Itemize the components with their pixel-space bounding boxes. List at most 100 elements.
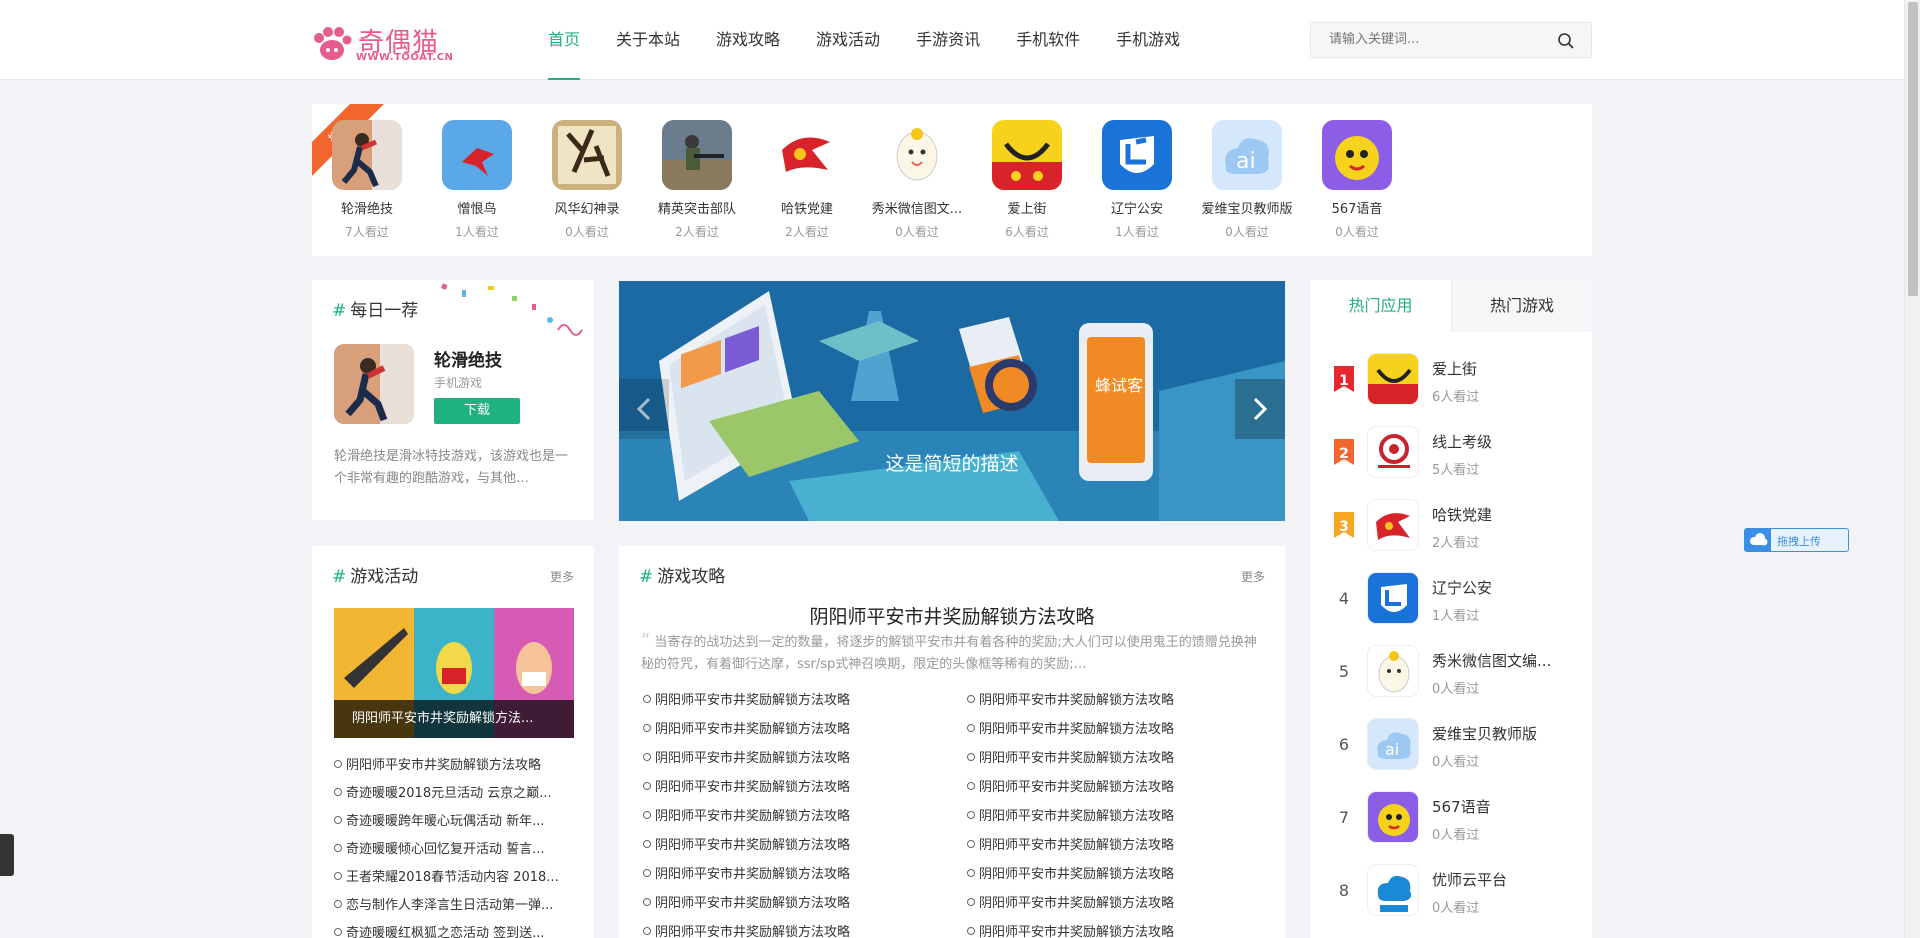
nav-mobile-games[interactable]: 手机游戏 [1098, 0, 1198, 80]
tab-hot-apps[interactable]: 热门应用 [1310, 280, 1451, 332]
guide-list-item[interactable]: 阴阳师平安市井奖励解锁方法攻略 [643, 744, 943, 773]
hot-list-item[interactable]: 6 ai 爱维宝贝教师版 0人看过 [1310, 715, 1592, 788]
nav-about[interactable]: 关于本站 [598, 0, 698, 80]
hot-list-item[interactable]: 3 哈铁党建 2人看过 [1310, 496, 1592, 569]
rec-item[interactable]: 辽宁公安 1人看过 [1082, 120, 1192, 240]
guide-item-text[interactable]: 阴阳师平安市井奖励解锁方法攻略 [655, 867, 850, 882]
activity-list-item[interactable]: 奇迹暖暖跨年暖心玩偶活动 新年... [334, 808, 574, 836]
daily-game-icon[interactable] [334, 344, 414, 424]
guide-list-item[interactable]: 阴阳师平安市井奖励解锁方法攻略 [643, 889, 943, 918]
hot-list-item[interactable]: 2 线上考级 5人看过 [1310, 423, 1592, 496]
activity-item-text[interactable]: 奇迹暖暖跨年暖心玩偶活动 新年... [346, 814, 545, 829]
guide-item-text[interactable]: 阴阳师平安市井奖励解锁方法攻略 [655, 722, 850, 737]
guide-list-item[interactable]: 阴阳师平安市井奖励解锁方法攻略 [643, 802, 943, 831]
guide-list-item[interactable]: 阴阳师平安市井奖励解锁方法攻略 [967, 802, 1267, 831]
banner-next-button[interactable] [1235, 379, 1285, 439]
guide-list-item[interactable]: 阴阳师平安市井奖励解锁方法攻略 [967, 831, 1267, 860]
guide-list-item[interactable]: 阴阳师平安市井奖励解锁方法攻略 [643, 773, 943, 802]
guide-list-item[interactable]: 阴阳师平安市井奖励解锁方法攻略 [643, 860, 943, 889]
guide-list-item[interactable]: 阴阳师平安市井奖励解锁方法攻略 [967, 773, 1267, 802]
rec-item[interactable]: 憎恨鸟 1人看过 [422, 120, 532, 240]
activity-list-item[interactable]: 恋与制作人李泽言生日活动第一弹... [334, 892, 574, 920]
daily-game-name[interactable]: 轮滑绝技 [434, 346, 502, 371]
guide-item-text[interactable]: 阴阳师平安市井奖励解锁方法攻略 [979, 838, 1174, 853]
guide-more-link[interactable]: 更多 [1241, 568, 1265, 585]
activity-list-item[interactable]: 阴阳师平安市井奖励解锁方法攻略 [334, 752, 574, 780]
nav-mobile-news[interactable]: 手游资讯 [898, 0, 998, 80]
hot-item-name[interactable]: 辽宁公安 [1432, 577, 1582, 598]
guide-list-item[interactable]: 阴阳师平安市井奖励解锁方法攻略 [967, 715, 1267, 744]
activity-item-text[interactable]: 奇迹暖暖2018元旦活动 云京之巅... [346, 786, 552, 801]
guide-list-item[interactable]: 阴阳师平安市井奖励解锁方法攻略 [967, 744, 1267, 773]
guide-list-item[interactable]: 阴阳师平安市井奖励解锁方法攻略 [643, 918, 943, 938]
activity-list-item[interactable]: 王者荣耀2018春节活动内容 2018... [334, 864, 574, 892]
activity-more-link[interactable]: 更多 [550, 568, 574, 585]
hot-item-name[interactable]: 567语音 [1432, 796, 1582, 817]
guide-item-text[interactable]: 阴阳师平安市井奖励解锁方法攻略 [979, 867, 1174, 882]
activity-list-item[interactable]: 奇迹暖暖倾心回忆复开活动 誓言... [334, 836, 574, 864]
activity-item-text[interactable]: 恋与制作人李泽言生日活动第一弹... [346, 898, 553, 913]
guide-item-text[interactable]: 阴阳师平安市井奖励解锁方法攻略 [979, 896, 1174, 911]
hero-banner[interactable]: 蜂试客 这是简短的描述 [619, 281, 1285, 521]
guide-item-text[interactable]: 阴阳师平安市井奖励解锁方法攻略 [655, 896, 850, 911]
rec-item[interactable]: 风华幻神录 0人看过 [532, 120, 642, 240]
hot-list-item[interactable]: 7 567语音 0人看过 [1310, 788, 1592, 861]
drag-upload-widget[interactable]: 拖拽上传 [1744, 528, 1849, 552]
guide-item-text[interactable]: 阴阳师平安市井奖励解锁方法攻略 [655, 693, 850, 708]
activity-item-text[interactable]: 奇迹暖暖红枫狐之恋活动 签到送... [346, 926, 545, 938]
guide-list-item[interactable]: 阴阳师平安市井奖励解锁方法攻略 [643, 715, 943, 744]
activity-list-item[interactable]: 奇迹暖暖红枫狐之恋活动 签到送... [334, 920, 574, 938]
guide-item-text[interactable]: 阴阳师平安市井奖励解锁方法攻略 [979, 693, 1174, 708]
rec-item[interactable]: 爱上街 6人看过 [972, 120, 1082, 240]
search-icon[interactable] [1557, 32, 1575, 50]
guide-item-text[interactable]: 阴阳师平安市井奖励解锁方法攻略 [979, 780, 1174, 795]
guide-list-item[interactable]: 阴阳师平安市井奖励解锁方法攻略 [967, 860, 1267, 889]
guide-item-text[interactable]: 阴阳师平安市井奖励解锁方法攻略 [655, 751, 850, 766]
hot-list-item[interactable]: 4 辽宁公安 1人看过 [1310, 569, 1592, 642]
hot-item-name[interactable]: 爱上街 [1432, 358, 1582, 379]
hot-item-name[interactable]: 哈铁党建 [1432, 504, 1582, 525]
guide-list-item[interactable]: 阴阳师平安市井奖励解锁方法攻略 [643, 831, 943, 860]
nav-mobile-software[interactable]: 手机软件 [998, 0, 1098, 80]
activity-item-text[interactable]: 阴阳师平安市井奖励解锁方法攻略 [346, 758, 541, 773]
guide-item-text[interactable]: 阴阳师平安市井奖励解锁方法攻略 [979, 751, 1174, 766]
hot-list-item[interactable]: 5 秀米微信图文编... 0人看过 [1310, 642, 1592, 715]
nav-home[interactable]: 首页 [530, 0, 598, 80]
activity-item-text[interactable]: 奇迹暖暖倾心回忆复开活动 誓言... [346, 842, 545, 857]
hot-list-item[interactable]: 8 优师云平台 0人看过 [1310, 861, 1592, 934]
rec-item[interactable]: 精英突击部队 2人看过 [642, 120, 752, 240]
guide-list-item[interactable]: 阴阳师平安市井奖励解锁方法攻略 [967, 686, 1267, 715]
guide-item-text[interactable]: 阴阳师平安市井奖励解锁方法攻略 [655, 809, 850, 824]
guide-list-item[interactable]: 阴阳师平安市井奖励解锁方法攻略 [967, 889, 1267, 918]
guide-headline[interactable]: 阴阳师平安市井奖励解锁方法攻略 [619, 602, 1285, 629]
scrollbar-thumb[interactable] [1908, 2, 1918, 296]
nav-game-events[interactable]: 游戏活动 [798, 0, 898, 80]
guide-item-text[interactable]: 阴阳师平安市井奖励解锁方法攻略 [655, 838, 850, 853]
rec-item[interactable]: ai 爱维宝贝教师版 0人看过 [1192, 120, 1302, 240]
guide-item-text[interactable]: 阴阳师平安市井奖励解锁方法攻略 [979, 722, 1174, 737]
rec-item[interactable]: 秀米微信图文... 0人看过 [862, 120, 972, 240]
side-gadget-handle[interactable] [0, 834, 14, 876]
activity-item-text[interactable]: 王者荣耀2018春节活动内容 2018... [346, 870, 559, 885]
rec-item[interactable]: 哈铁党建 2人看过 [752, 120, 862, 240]
site-logo[interactable]: 奇偶猫 WWW.TOOAT.CN [312, 22, 453, 68]
rec-item[interactable]: 轮滑绝技 7人看过 [312, 120, 422, 240]
rec-item[interactable]: 567语音 0人看过 [1302, 120, 1412, 240]
activity-list-item[interactable]: 奇迹暖暖2018元旦活动 云京之巅... [334, 780, 574, 808]
banner-prev-button[interactable] [619, 379, 669, 439]
hot-list-item[interactable]: 1 爱上街 6人看过 [1310, 350, 1592, 423]
guide-list-item[interactable]: 阴阳师平安市井奖励解锁方法攻略 [643, 686, 943, 715]
hot-item-name[interactable]: 线上考级 [1432, 431, 1582, 452]
guide-item-text[interactable]: 阴阳师平安市井奖励解锁方法攻略 [979, 925, 1174, 938]
guide-item-text[interactable]: 阴阳师平安市井奖励解锁方法攻略 [979, 809, 1174, 824]
hot-item-name[interactable]: 爱维宝贝教师版 [1432, 723, 1582, 744]
search-input[interactable] [1329, 32, 1549, 47]
hot-item-name[interactable]: 秀米微信图文编... [1432, 650, 1582, 671]
activity-cover-image[interactable]: 阴阳师平安市井奖励解锁方法... [334, 608, 574, 738]
page-scrollbar[interactable] [1904, 0, 1920, 938]
guide-list-item[interactable]: 阴阳师平安市井奖励解锁方法攻略 [967, 918, 1267, 938]
guide-item-text[interactable]: 阴阳师平安市井奖励解锁方法攻略 [655, 780, 850, 795]
download-button[interactable]: 下载 [434, 398, 520, 424]
hot-item-name[interactable]: 优师云平台 [1432, 869, 1582, 890]
nav-game-guides[interactable]: 游戏攻略 [698, 0, 798, 80]
